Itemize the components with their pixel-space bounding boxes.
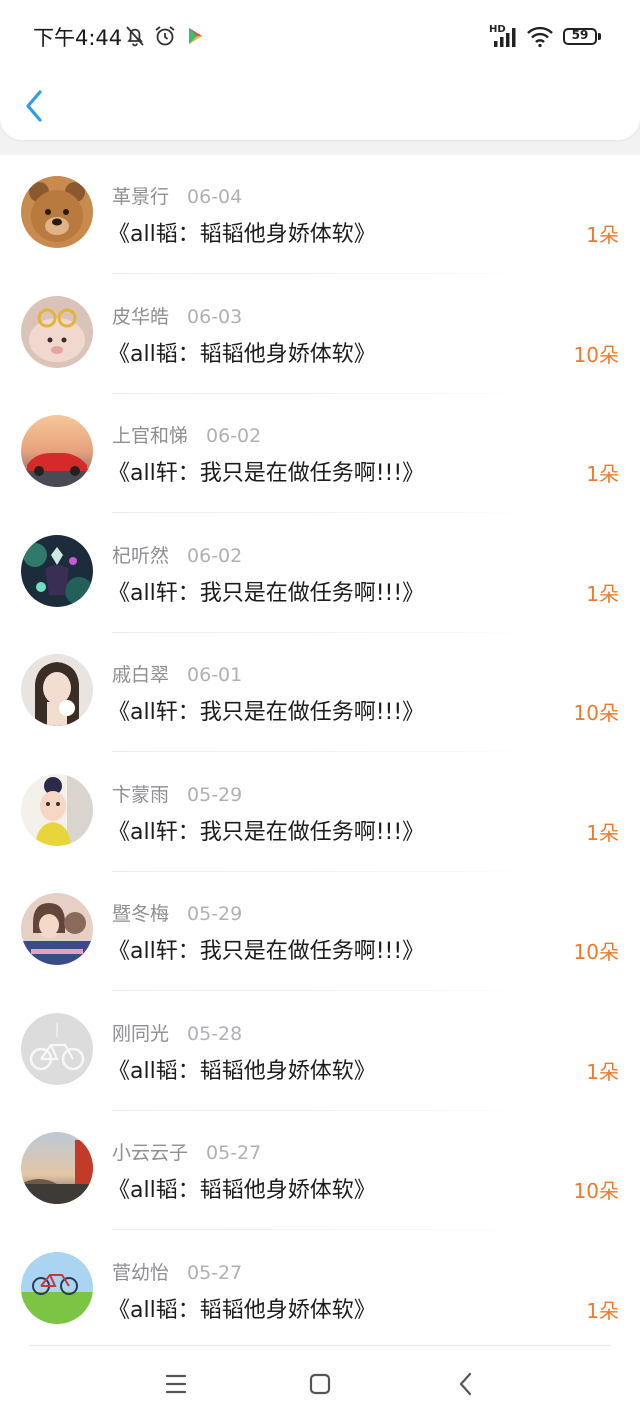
book-title: 《all韬：韬韬他身娇体软》 bbox=[108, 341, 376, 367]
list-item[interactable]: 菅幼怡 05-27 《all韬：韬韬他身娇体软》 1朵 bbox=[0, 1231, 640, 1351]
sender-name: 革景行 06-04 bbox=[112, 182, 242, 209]
sender-name-text: 皮华皓 bbox=[112, 305, 170, 328]
sender-name-text: 革景行 bbox=[112, 186, 170, 208]
record-date: 06-02 bbox=[206, 425, 262, 447]
sender-name: 上官和悌 06-02 bbox=[112, 421, 261, 448]
sender-name: 小云云子 05-27 bbox=[112, 1138, 261, 1165]
back-triangle-icon[interactable] bbox=[446, 1367, 486, 1401]
book-title: 《all轩：我只是在做任务啊!!!》 bbox=[108, 700, 425, 725]
alarm-icon bbox=[155, 26, 175, 46]
status-bar: 下午4:44 HD 59 bbox=[0, 0, 640, 75]
sender-name-text: 戚白翠 bbox=[112, 664, 170, 686]
book-title: 《all轩：我只是在做任务啊!!!》 bbox=[108, 939, 425, 964]
record-date: 06-01 bbox=[187, 664, 243, 686]
list-item[interactable]: 暨冬梅 05-29 《all轩：我只是在做任务啊!!!》 10朵 bbox=[0, 872, 640, 992]
list-item[interactable]: 刚同光 05-28 《all韬：韬韬他身娇体软》 1朵 bbox=[0, 992, 640, 1112]
record-date: 05-29 bbox=[187, 783, 243, 806]
avatar[interactable] bbox=[21, 893, 93, 965]
signal-icon bbox=[494, 28, 516, 47]
avatar[interactable] bbox=[21, 415, 93, 487]
nav-divider bbox=[30, 1345, 610, 1346]
record-date: 06-03 bbox=[187, 305, 243, 328]
gift-amount: 1朵 bbox=[586, 820, 619, 845]
sender-name-text: 杞听然 bbox=[112, 544, 170, 567]
gift-amount: 1朵 bbox=[586, 223, 619, 247]
gift-amount: 1朵 bbox=[586, 462, 619, 486]
list-item[interactable]: 戚白翠 06-01 《all轩：我只是在做任务啊!!!》 10朵 bbox=[0, 633, 640, 753]
list-item[interactable]: 小云云子 05-27 《all韬：韬韬他身娇体软》 10朵 bbox=[0, 1111, 640, 1231]
record-date: 06-04 bbox=[187, 186, 243, 208]
record-date: 05-27 bbox=[187, 1261, 243, 1284]
battery-icon: 59 bbox=[563, 28, 601, 45]
list-item[interactable]: 卞蒙雨 05-29 《all轩：我只是在做任务啊!!!》 1朵 bbox=[0, 753, 640, 873]
book-title: 《all轩：我只是在做任务啊!!!》 bbox=[108, 580, 425, 606]
avatar[interactable] bbox=[21, 295, 93, 368]
list-item[interactable]: 杞听然 06-02 《all轩：我只是在做任务啊!!!》 1朵 bbox=[0, 514, 640, 634]
record-date: 05-28 bbox=[187, 1022, 243, 1045]
avatar[interactable] bbox=[21, 534, 93, 607]
gift-amount: 10朵 bbox=[573, 1179, 619, 1203]
sender-name: 戚白翠 06-01 bbox=[112, 660, 242, 687]
book-title: 《all韬：韬韬他身娇体软》 bbox=[108, 222, 376, 247]
chevron-left-icon[interactable] bbox=[20, 86, 56, 126]
play-store-icon bbox=[189, 28, 202, 44]
book-title: 《all轩：我只是在做任务啊!!!》 bbox=[108, 461, 425, 486]
avatar[interactable] bbox=[21, 773, 93, 846]
sender-name: 皮华皓 06-03 bbox=[112, 302, 242, 329]
gift-amount: 10朵 bbox=[573, 940, 619, 964]
status-time: 下午4:44 bbox=[33, 26, 123, 50]
home-square-icon[interactable] bbox=[300, 1367, 340, 1401]
sender-name-text: 卞蒙雨 bbox=[112, 783, 170, 806]
list-item[interactable]: 上官和悌 06-02 《all轩：我只是在做任务啊!!!》 1朵 bbox=[0, 394, 640, 514]
book-title: 《all韬：韬韬他身娇体软》 bbox=[108, 1178, 376, 1203]
avatar[interactable] bbox=[21, 176, 93, 248]
gift-amount: 10朵 bbox=[573, 701, 619, 725]
sender-name: 刚同光 05-28 bbox=[112, 1019, 242, 1046]
book-title: 《all韬：韬韬他身娇体软》 bbox=[108, 1058, 376, 1084]
sender-name-text: 暨冬梅 bbox=[112, 903, 170, 925]
gift-amount: 1朵 bbox=[586, 1298, 619, 1323]
menu-icon[interactable] bbox=[156, 1367, 196, 1401]
sender-name-text: 刚同光 bbox=[112, 1022, 170, 1045]
system-nav-bar bbox=[0, 1345, 640, 1422]
sender-name: 菅幼怡 05-27 bbox=[112, 1258, 242, 1285]
sender-name: 暨冬梅 05-29 bbox=[112, 899, 242, 926]
list-item[interactable]: 革景行 06-04 《all韬：韬韬他身娇体软》 1朵 bbox=[0, 155, 640, 275]
bell-off-icon bbox=[126, 26, 144, 47]
header: 下午4:44 HD 59 bbox=[0, 0, 640, 140]
battery-level: 59 bbox=[571, 28, 589, 42]
avatar[interactable] bbox=[21, 1132, 93, 1204]
avatar[interactable] bbox=[21, 654, 93, 726]
avatar[interactable] bbox=[21, 1251, 93, 1324]
record-date: 05-27 bbox=[206, 1142, 262, 1164]
book-title: 《all轩：我只是在做任务啊!!!》 bbox=[108, 819, 425, 845]
sender-name-text: 菅幼怡 bbox=[112, 1261, 170, 1284]
gift-record-list: 革景行 06-04 《all韬：韬韬他身娇体软》 1朵 皮华皓 06-03 《all… bbox=[0, 155, 640, 1345]
sender-name: 杞听然 06-02 bbox=[112, 541, 242, 568]
sender-name-text: 上官和悌 bbox=[112, 425, 189, 447]
record-date: 06-02 bbox=[187, 544, 243, 567]
wifi-icon bbox=[527, 26, 553, 48]
sender-name: 卞蒙雨 05-29 bbox=[112, 780, 242, 807]
sender-name-text: 小云云子 bbox=[112, 1142, 189, 1164]
record-date: 05-29 bbox=[187, 903, 243, 925]
book-title: 《all韬：韬韬他身娇体软》 bbox=[108, 1297, 376, 1323]
gift-amount: 1朵 bbox=[586, 581, 619, 606]
gift-amount: 10朵 bbox=[573, 342, 619, 367]
list-item[interactable]: 皮华皓 06-03 《all韬：韬韬他身娇体软》 10朵 bbox=[0, 275, 640, 395]
avatar[interactable] bbox=[21, 1012, 93, 1085]
gift-amount: 1朵 bbox=[586, 1059, 619, 1084]
